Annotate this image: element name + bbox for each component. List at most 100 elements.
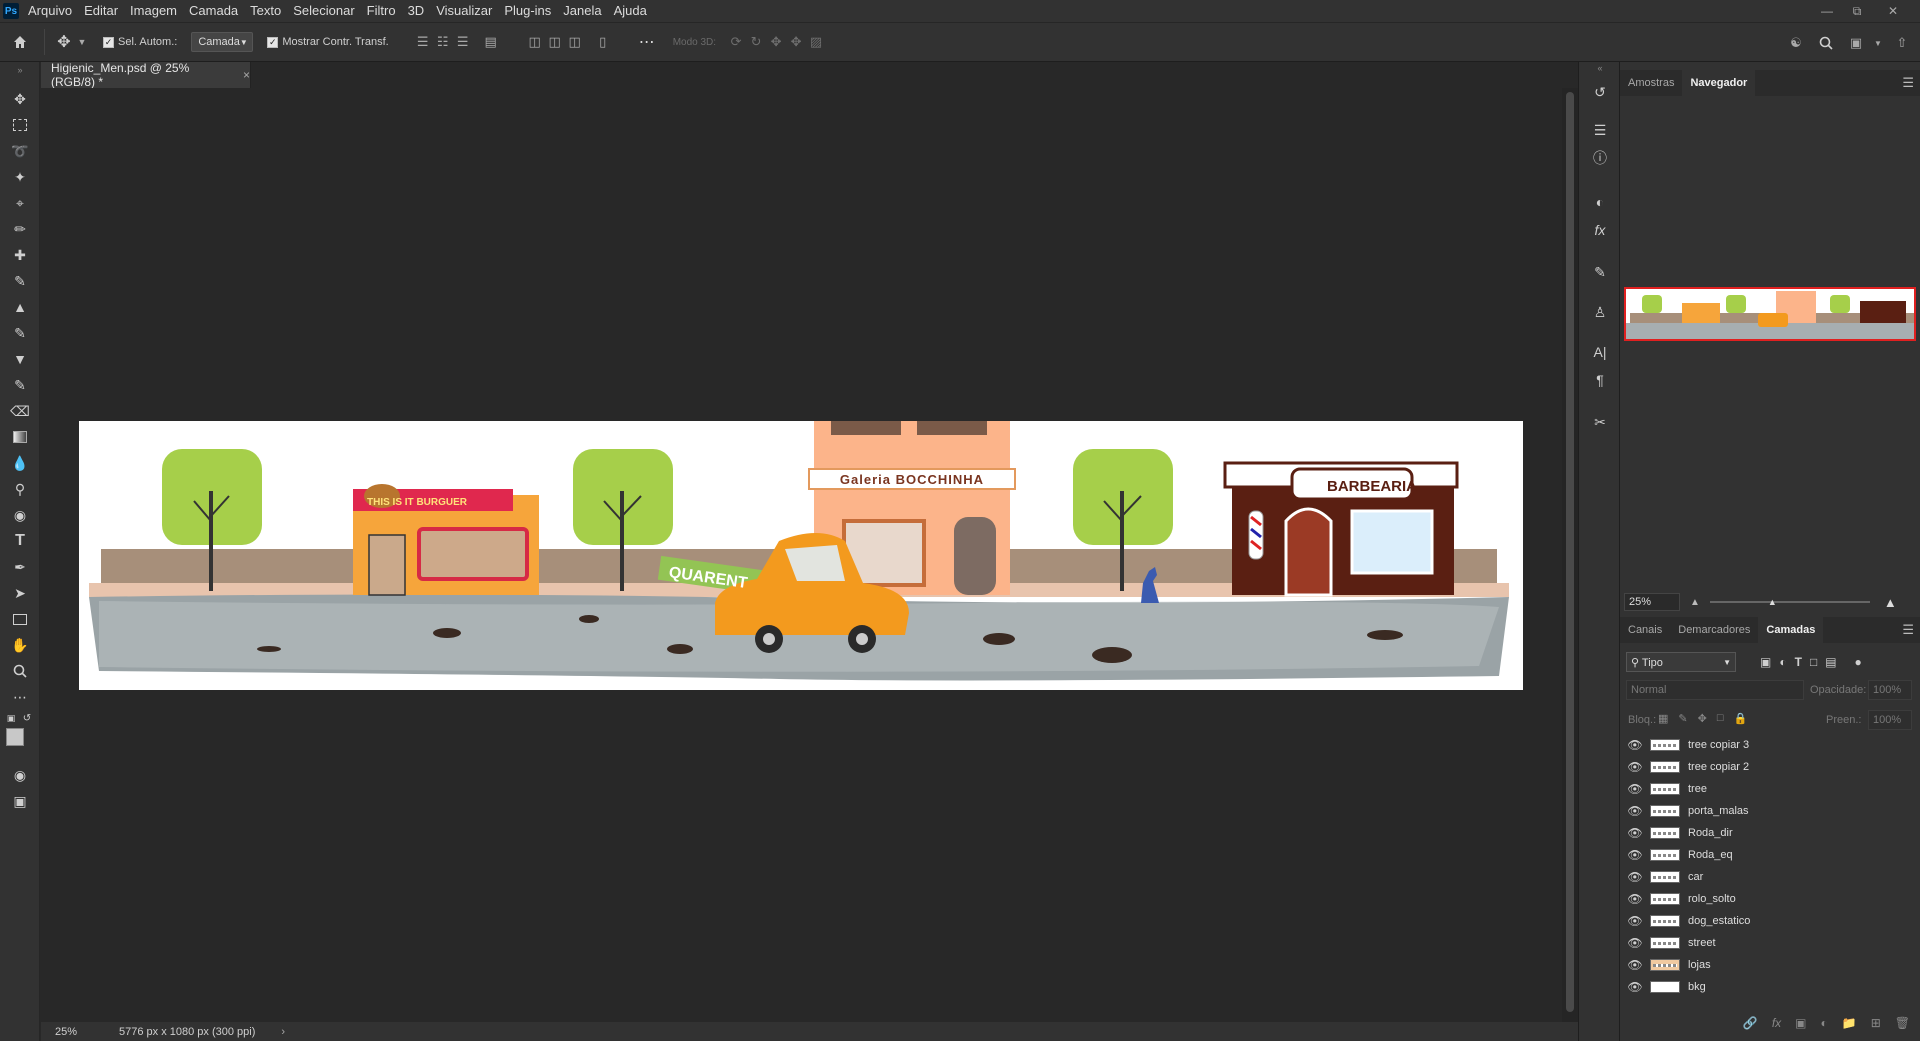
collapse-toolbar-icon[interactable]: »	[8, 64, 32, 76]
menu-item-texto[interactable]: Texto	[244, 0, 287, 22]
character-icon[interactable]: A|	[1590, 342, 1610, 362]
menu-item-visualizar[interactable]: Visualizar	[430, 0, 498, 22]
3d-pan-icon[interactable]: ✥	[766, 32, 786, 52]
eraser-tool-icon[interactable]: ⌫	[8, 400, 32, 422]
move-tool-icon[interactable]: ✥	[53, 32, 75, 52]
menu-item-filtro[interactable]: Filtro	[361, 0, 402, 22]
vertical-scrollbar[interactable]	[1562, 88, 1578, 1022]
gradient-brush-icon[interactable]: ✎	[8, 374, 32, 396]
path-selection-icon[interactable]: ➤	[8, 582, 32, 604]
layer-row[interactable]: 👁 bkg	[1624, 976, 1916, 998]
layer-row[interactable]: 👁 rolo_solto	[1624, 888, 1916, 910]
align-hcenter-icon[interactable]: ☷	[433, 32, 453, 52]
eye-visibility-icon[interactable]: 👁	[1624, 804, 1646, 818]
align-bottom-icon[interactable]: ◫	[565, 32, 585, 52]
layer-filter-dropdown[interactable]: ⚲ Tipo ▼	[1626, 652, 1736, 672]
collapse-panels-icon[interactable]: «	[1590, 62, 1610, 74]
3d-orbit-icon[interactable]: ⟳	[726, 32, 746, 52]
layer-row[interactable]: 👁 porta_malas	[1624, 800, 1916, 822]
marquee-tool-icon[interactable]	[8, 114, 32, 136]
eye-visibility-icon[interactable]: 👁	[1624, 936, 1646, 950]
zoom-tool-icon[interactable]	[8, 660, 32, 682]
layer-row[interactable]: 👁 tree copiar 3	[1624, 734, 1916, 756]
layer-row[interactable]: 👁 Roda_eq	[1624, 844, 1916, 866]
panel-menu-icon[interactable]: ☰	[1902, 622, 1914, 638]
filter-pixel-icon[interactable]: ▣	[1760, 655, 1771, 669]
tool-presets-icon[interactable]: ✂	[1590, 412, 1610, 432]
eye-visibility-icon[interactable]: 👁	[1624, 826, 1646, 840]
menu-item-ajuda[interactable]: Ajuda	[608, 0, 653, 22]
eye-visibility-icon[interactable]: 👁	[1624, 738, 1646, 752]
align-top-icon[interactable]: ◫	[525, 32, 545, 52]
filter-toggle-icon[interactable]: ●	[1855, 655, 1862, 669]
filter-smart-object-icon[interactable]: ▤	[1825, 655, 1836, 669]
quick-mask-icon[interactable]: ◉	[8, 764, 32, 786]
layer-row[interactable]: 👁 dog_estatico	[1624, 910, 1916, 932]
more-options-icon[interactable]: ⋯	[637, 32, 657, 52]
align-right-icon[interactable]: ☰	[453, 32, 473, 52]
adjustments-icon[interactable]: ◐	[1590, 192, 1610, 212]
properties-icon[interactable]: ☰	[1590, 120, 1610, 140]
filter-type-icon[interactable]: T	[1795, 655, 1802, 669]
navigator-preview[interactable]	[1624, 287, 1916, 341]
styles-fx-icon[interactable]: fx	[1590, 220, 1610, 240]
lock-position-icon[interactable]: ✥	[1698, 712, 1707, 725]
chevron-right-icon[interactable]: ›	[281, 1026, 285, 1038]
opacity-input[interactable]: 100%	[1868, 680, 1912, 700]
eye-visibility-icon[interactable]: 👁	[1624, 870, 1646, 884]
lasso-tool-icon[interactable]: ➰	[8, 140, 32, 162]
share-user-icon[interactable]: ☯	[1786, 33, 1806, 53]
lock-pixels-icon[interactable]: ✎	[1678, 712, 1687, 725]
chevron-down-icon[interactable]: ▼	[1868, 33, 1888, 53]
restore-icon[interactable]: ⧉	[1843, 0, 1871, 22]
history-brush-icon[interactable]: ✎	[8, 322, 32, 344]
export-share-icon[interactable]: ⇧	[1892, 33, 1912, 53]
clone-stamp-icon[interactable]: ▲	[8, 296, 32, 318]
history-icon[interactable]: ↺	[1590, 82, 1610, 102]
menu-item-arquivo[interactable]: Arquivo	[22, 0, 78, 22]
default-colors-icon[interactable]: ▣	[4, 712, 18, 724]
zoom-slider[interactable]: ▲	[1709, 597, 1870, 607]
close-window-icon[interactable]: ✕	[1879, 0, 1907, 22]
brushes-icon[interactable]: ✎	[1590, 262, 1610, 282]
pen-tool-icon[interactable]: ✒	[8, 556, 32, 578]
blend-mode-dropdown[interactable]: Normal	[1626, 680, 1804, 700]
minimize-icon[interactable]: —	[1813, 0, 1841, 22]
show-transform-checkbox[interactable]: ✓ Mostrar Contr. Transf.	[267, 36, 389, 48]
navigator-zoom-input[interactable]: 25%	[1624, 593, 1680, 611]
screen-mode-icon[interactable]: ▣	[8, 790, 32, 812]
zoom-slider-handle[interactable]: ▲	[1768, 597, 1777, 607]
lock-transparency-icon[interactable]: ▦	[1658, 712, 1668, 725]
3d-slide-icon[interactable]: ✥	[786, 32, 806, 52]
swap-colors-icon[interactable]: ↺	[20, 712, 34, 724]
blur-tool-icon[interactable]: 💧	[8, 452, 32, 474]
scrollbar-thumb[interactable]	[1566, 92, 1574, 1012]
document-canvas[interactable]: THIS IS IT BURGUER Galeria BOCCHINHA BAR…	[79, 421, 1523, 690]
tab-amostras[interactable]: Amostras	[1620, 70, 1682, 96]
eye-visibility-icon[interactable]: 👁	[1624, 782, 1646, 796]
brush-tool-icon[interactable]: ✎	[8, 270, 32, 292]
layer-row[interactable]: 👁 street	[1624, 932, 1916, 954]
search-icon[interactable]	[1816, 33, 1836, 53]
menu-item-janela[interactable]: Janela	[557, 0, 607, 22]
distribute-icon[interactable]: ▤	[481, 32, 501, 52]
new-layer-icon[interactable]: ⊞	[1871, 1016, 1881, 1036]
document-tab[interactable]: Higienic_Men.psd @ 25% (RGB/8) * ×	[41, 61, 251, 89]
magic-wand-icon[interactable]: ✦	[8, 166, 32, 188]
layer-row[interactable]: 👁 tree copiar 2	[1624, 756, 1916, 778]
auto-select-checkbox[interactable]: ✓ Sel. Autom.:	[103, 36, 177, 48]
hand-tool-icon[interactable]: ✋	[8, 634, 32, 656]
crop-tool-icon[interactable]: ⌖	[8, 192, 32, 214]
menu-item-editar[interactable]: Editar	[78, 0, 124, 22]
lock-artboard-icon[interactable]: □	[1717, 712, 1724, 725]
paragraph-icon[interactable]: ¶	[1590, 370, 1610, 390]
zoom-level[interactable]: 25%	[55, 1026, 105, 1038]
delete-layer-icon[interactable]: 🗑	[1895, 1016, 1910, 1036]
menu-item-3d[interactable]: 3D	[402, 0, 431, 22]
close-tab-icon[interactable]: ×	[243, 68, 250, 82]
menu-item-plugins[interactable]: Plug-ins	[498, 0, 557, 22]
clone-source-icon[interactable]: ♙	[1590, 302, 1610, 322]
rectangle-tool-icon[interactable]	[8, 608, 32, 630]
3d-roll-icon[interactable]: ↻	[746, 32, 766, 52]
panel-menu-icon[interactable]: ☰	[1902, 75, 1914, 91]
